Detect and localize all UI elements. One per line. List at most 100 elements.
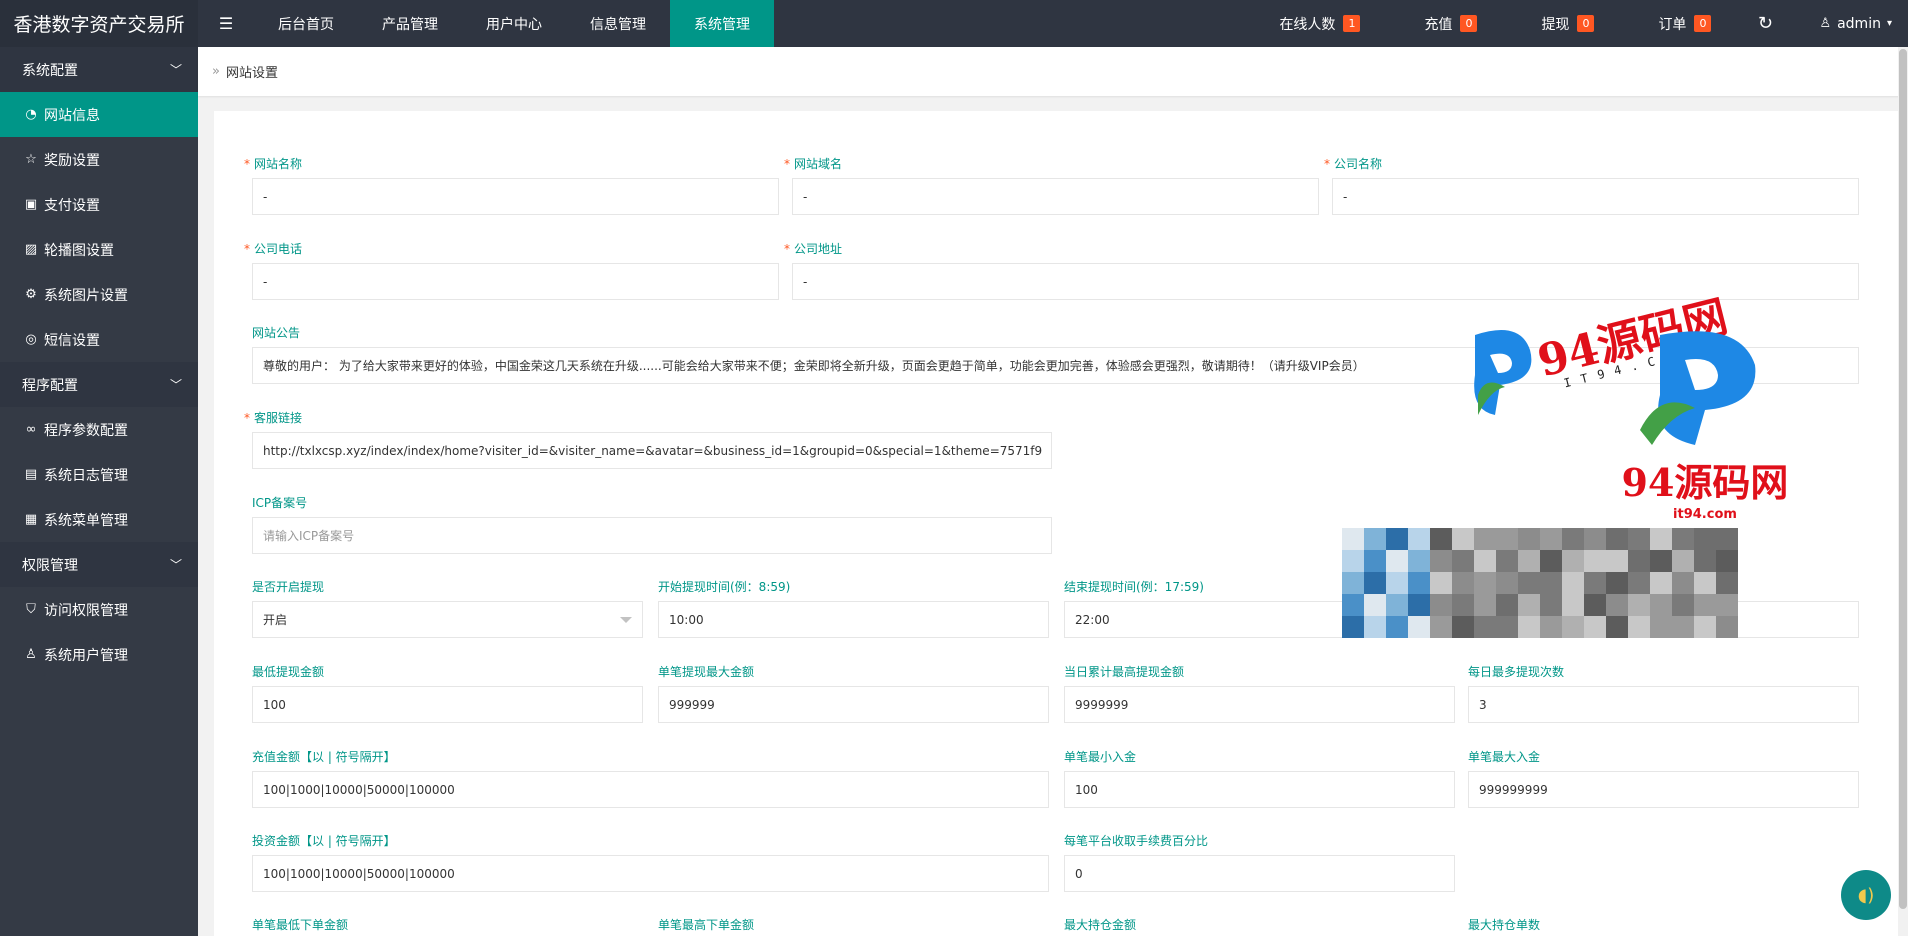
scrollbar[interactable] bbox=[1898, 47, 1908, 936]
mosaic-cell bbox=[1628, 550, 1650, 572]
withdraw-enabled-select[interactable]: 开启 bbox=[252, 601, 643, 638]
sidebar-item-system-logs[interactable]: ▤ 系统日志管理 bbox=[0, 452, 198, 497]
min-withdraw-input[interactable]: 100 bbox=[252, 686, 643, 723]
recharge-amounts-input[interactable]: 100|1000|10000|50000|100000 bbox=[252, 771, 1049, 808]
shield-icon: ⛉ bbox=[26, 602, 36, 617]
sidebar-item-rewards[interactable]: ☆ 奖励设置 bbox=[0, 137, 198, 182]
withdraw-enabled-label: 是否开启提现 bbox=[252, 580, 325, 594]
mosaic-cell bbox=[1496, 550, 1518, 572]
max-position-count-label: 最大持仓单数 bbox=[1468, 918, 1541, 932]
withdraw-enabled-field: 是否开启提现 开启 bbox=[252, 578, 643, 638]
fee-percent-input[interactable]: 0 bbox=[1064, 855, 1455, 892]
mosaic-cell bbox=[1518, 616, 1540, 638]
company-address-input[interactable]: - bbox=[792, 263, 1859, 300]
daily-max-withdraw-label: 当日累计最高提现金额 bbox=[1064, 665, 1185, 679]
nav-products[interactable]: 产品管理 bbox=[358, 0, 462, 47]
chat-service-button[interactable]: ◖) bbox=[1841, 870, 1891, 920]
orders-notice[interactable]: 订单 0 bbox=[1618, 0, 1735, 47]
mosaic-cell bbox=[1364, 572, 1386, 594]
invest-amounts-label: 投资金额【以 | 符号隔开】 bbox=[252, 834, 396, 848]
sidebar-item-system-users[interactable]: ♙ 系统用户管理 bbox=[0, 632, 198, 677]
nav-system[interactable]: 系统管理 bbox=[670, 0, 774, 47]
mosaic-cell bbox=[1606, 594, 1628, 616]
sidebar-item-label: 短信设置 bbox=[44, 332, 100, 349]
mosaic-cell bbox=[1408, 528, 1430, 550]
star-icon: ☆ bbox=[25, 152, 37, 167]
site-domain-input[interactable]: - bbox=[792, 178, 1319, 215]
sidebar-item-site-info[interactable]: ◔ 网站信息 bbox=[0, 92, 198, 137]
max-deposit-label: 单笔最大入金 bbox=[1468, 750, 1541, 764]
max-deposit-field: 单笔最大入金 999999999 bbox=[1468, 748, 1859, 808]
mosaic-cell bbox=[1518, 572, 1540, 594]
sidebar-group-system-config[interactable]: 系统配置 ﹀ bbox=[0, 47, 198, 92]
mosaic-cell bbox=[1342, 594, 1364, 616]
daily-withdraw-times-input[interactable]: 3 bbox=[1468, 686, 1859, 723]
chevron-down-icon: ﹀ bbox=[169, 63, 182, 77]
mosaic-cell bbox=[1628, 528, 1650, 550]
invest-amounts-input[interactable]: 100|1000|10000|50000|100000 bbox=[252, 855, 1049, 892]
nav-users[interactable]: 用户中心 bbox=[462, 0, 566, 47]
site-name-input[interactable]: - bbox=[252, 178, 779, 215]
mosaic-cell bbox=[1672, 528, 1694, 550]
max-position-amount-field: 最大持仓金额 bbox=[1064, 916, 1455, 932]
sidebar-group-permissions[interactable]: 权限管理 ﹀ bbox=[0, 542, 198, 587]
mosaic-cell bbox=[1452, 550, 1474, 572]
max-deposit-input[interactable]: 999999999 bbox=[1468, 771, 1859, 808]
sidebar-group-program-config[interactable]: 程序配置 ﹀ bbox=[0, 362, 198, 407]
sidebar-item-payment[interactable]: ▣ 支付设置 bbox=[0, 182, 198, 227]
sidebar-item-sms[interactable]: ◎ 短信设置 bbox=[0, 317, 198, 362]
fee-percent-label: 每笔平台收取手续费百分比 bbox=[1064, 834, 1209, 848]
sidebar-item-system-menu[interactable]: ▦ 系统菜单管理 bbox=[0, 497, 198, 542]
service-link-input[interactable]: http://txlxcsp.xyz/index/index/home?visi… bbox=[252, 432, 1052, 469]
mosaic-cell bbox=[1496, 528, 1518, 550]
dashboard-icon: ◔ bbox=[25, 107, 37, 122]
max-position-count-field: 最大持仓单数 bbox=[1468, 916, 1859, 932]
icp-input[interactable]: 请输入ICP备案号 bbox=[252, 517, 1052, 554]
online-users[interactable]: 在线人数 1 bbox=[1239, 0, 1384, 47]
mosaic-cell bbox=[1562, 594, 1584, 616]
sidebar-item-label: 访问权限管理 bbox=[44, 602, 128, 619]
refresh-icon[interactable]: ↻ bbox=[1735, 0, 1795, 47]
chevron-down-icon: ▾ bbox=[1886, 18, 1892, 29]
max-order-label: 单笔最高下单金额 bbox=[658, 918, 755, 932]
daily-max-withdraw-input[interactable]: 9999999 bbox=[1064, 686, 1455, 723]
company-phone-input[interactable]: - bbox=[252, 263, 779, 300]
icp-label: ICP备案号 bbox=[252, 496, 308, 510]
mosaic-cell bbox=[1562, 572, 1584, 594]
mosaic-cell bbox=[1650, 528, 1672, 550]
admin-menu[interactable]: ♙ admin ▾ bbox=[1795, 0, 1908, 47]
mosaic-cell bbox=[1386, 594, 1408, 616]
daily-withdraw-times-field: 每日最多提现次数 3 bbox=[1468, 663, 1859, 723]
withdraw-notice[interactable]: 提现 0 bbox=[1501, 0, 1618, 47]
mosaic-cell bbox=[1386, 528, 1408, 550]
sidebar-item-carousel[interactable]: ▨ 轮播图设置 bbox=[0, 227, 198, 272]
max-single-withdraw-input[interactable]: 999999 bbox=[658, 686, 1049, 723]
orders-label: 订单 bbox=[1658, 16, 1687, 33]
menu-toggle-icon[interactable]: ☰ bbox=[198, 0, 254, 47]
mosaic-cell bbox=[1606, 572, 1628, 594]
mosaic-cell bbox=[1430, 594, 1452, 616]
sidebar-item-program-params[interactable]: ∞ 程序参数配置 bbox=[0, 407, 198, 452]
mosaic-cell bbox=[1540, 528, 1562, 550]
min-deposit-input[interactable]: 100 bbox=[1064, 771, 1455, 808]
mosaic-cell bbox=[1650, 616, 1672, 638]
nav-info[interactable]: 信息管理 bbox=[566, 0, 670, 47]
notice-input[interactable]: 尊敬的用户： 为了给大家带来更好的体验，中国金荣这几天系统在升级......可能… bbox=[252, 347, 1859, 384]
mosaic-cell bbox=[1716, 616, 1738, 638]
mosaic-cell bbox=[1386, 572, 1408, 594]
mosaic-cell bbox=[1386, 616, 1408, 638]
pixelated-overlay bbox=[1342, 528, 1738, 638]
scrollbar-thumb[interactable] bbox=[1899, 49, 1907, 909]
online-badge: 1 bbox=[1343, 15, 1361, 32]
mosaic-cell bbox=[1496, 572, 1518, 594]
recharge-notice[interactable]: 充值 0 bbox=[1384, 0, 1501, 47]
company-name-input[interactable]: - bbox=[1332, 178, 1859, 215]
sidebar-item-access-permissions[interactable]: ⛉ 访问权限管理 bbox=[0, 587, 198, 632]
withdraw-start-input[interactable]: 10:00 bbox=[658, 601, 1049, 638]
dropdown-arrow-icon bbox=[620, 616, 632, 623]
log-icon: ▤ bbox=[24, 467, 38, 482]
mosaic-cell bbox=[1694, 594, 1716, 616]
nav-home[interactable]: 后台首页 bbox=[254, 0, 358, 47]
sidebar-item-system-images[interactable]: ⚙ 系统图片设置 bbox=[0, 272, 198, 317]
mosaic-cell bbox=[1452, 572, 1474, 594]
